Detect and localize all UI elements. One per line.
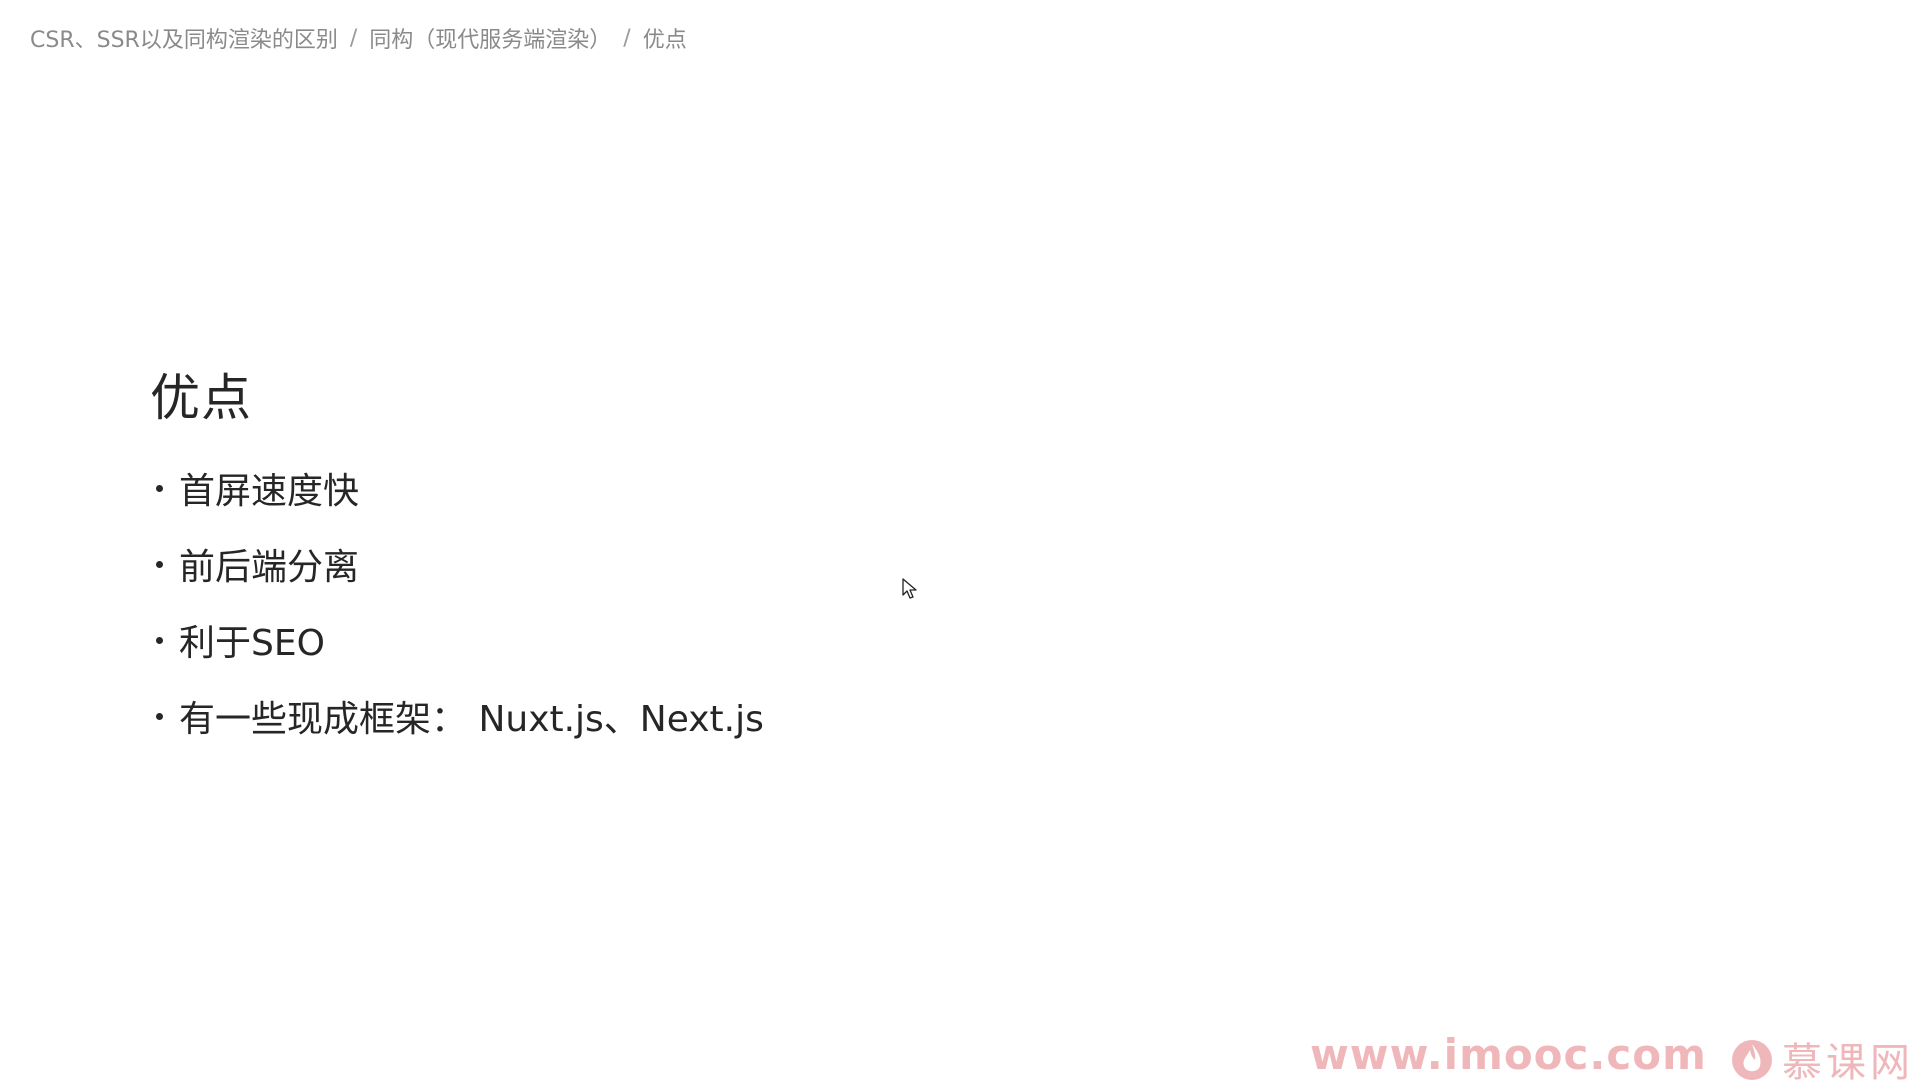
bullet-dot: [156, 484, 163, 492]
flame-logo-icon: [1732, 1040, 1772, 1080]
list-item: 有一些现成框架： Nuxt.js、Next.js: [150, 678, 764, 754]
breadcrumb-item-current: 优点: [642, 28, 687, 53]
watermark-url: www.imooc.com: [1310, 1030, 1707, 1079]
mouse-pointer-icon: [902, 578, 917, 599]
breadcrumb: CSR、SSR以及同构渲染的区别 / 同构（现代服务端渲染） / 优点: [30, 22, 687, 54]
breadcrumb-separator: /: [349, 25, 358, 51]
list-item-text: 利于SEO: [179, 623, 325, 664]
brand-name: 慕课网: [1782, 1040, 1914, 1080]
list-item: 利于SEO: [150, 602, 764, 678]
list-item-text: 前后端分离: [179, 547, 360, 588]
breadcrumb-item-section[interactable]: 同构（现代服务端渲染）: [369, 22, 611, 54]
bullet-dot: [156, 636, 163, 644]
breadcrumb-item-topic[interactable]: CSR、SSR以及同构渲染的区别: [30, 22, 338, 54]
list-item: 首屏速度快: [150, 450, 764, 526]
bullet-dot: [156, 560, 163, 568]
list-item: 前后端分离: [150, 526, 764, 602]
bullet-list: 首屏速度快 前后端分离 利于SEO 有一些现成框架： Nuxt.js、Next.…: [150, 450, 764, 754]
breadcrumb-separator: /: [623, 25, 631, 51]
bullet-dot: [156, 712, 163, 720]
brand-logo: 慕课网: [1730, 1030, 1914, 1080]
slide-page: CSR、SSR以及同构渲染的区别 / 同构（现代服务端渲染） / 优点 优点 首…: [0, 0, 1920, 1080]
list-item-text: 有一些现成框架： Nuxt.js、Next.js: [179, 699, 764, 740]
list-item-text: 首屏速度快: [179, 471, 360, 512]
slide-title: 优点: [150, 369, 252, 427]
